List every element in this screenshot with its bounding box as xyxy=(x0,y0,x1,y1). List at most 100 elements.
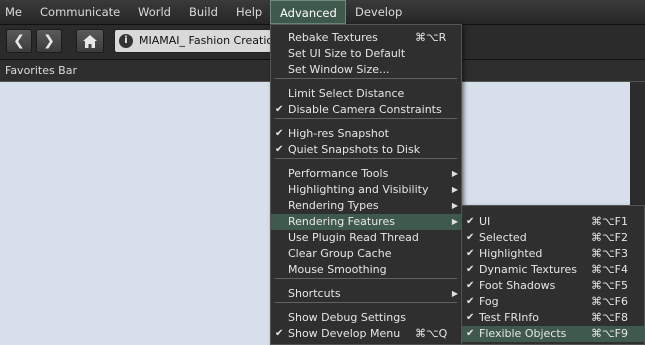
menu-separator xyxy=(275,118,457,119)
checkmark-icon: ✔ xyxy=(466,328,475,339)
menu-item-label: Fog xyxy=(479,295,499,308)
menu-item-shortcut: ⌘⌥F8 xyxy=(591,311,629,324)
menu-item-shortcut: ⌘⌥F5 xyxy=(591,279,629,292)
rendering-features-item-fog[interactable]: ✔ Fog ⌘⌥F6 xyxy=(462,294,644,310)
menu-item-label: Mouse Smoothing xyxy=(288,263,387,276)
menu-item-shortcut: ⌘⌥R xyxy=(415,31,447,44)
home-button[interactable] xyxy=(76,29,104,53)
submenu-arrow-icon: ▶ xyxy=(451,185,458,194)
advanced-menu-item-disable-camera-constraints[interactable]: ✔ Disable Camera Constraints xyxy=(271,102,461,118)
advanced-menu-item-rendering-features[interactable]: Rendering Features ▶ xyxy=(271,214,461,230)
forward-button[interactable]: ❯ xyxy=(36,29,62,53)
menu-separator xyxy=(275,158,457,159)
advanced-menu-item-set-ui-size-to-default[interactable]: Set UI Size to Default xyxy=(271,46,461,62)
menu-item-label: Clear Group Cache xyxy=(288,247,392,260)
menu-item-label: Performance Tools xyxy=(288,167,389,180)
menu-item-label: Limit Select Distance xyxy=(288,87,405,100)
advanced-menu-item-performance-tools[interactable]: Performance Tools ▶ xyxy=(271,166,461,182)
rendering-features-item-highlighted[interactable]: ✔ Highlighted ⌘⌥F3 xyxy=(462,246,644,262)
menu-item-label: Quiet Snapshots to Disk xyxy=(288,143,421,156)
favorites-bar-label: Favorites Bar xyxy=(5,64,77,77)
advanced-menu-item-mouse-smoothing[interactable]: Mouse Smoothing xyxy=(271,262,461,278)
menu-item-label: Test FRInfo xyxy=(479,311,539,324)
menu-item-label: Highlighted xyxy=(479,247,543,260)
arrow-left-icon: ❮ xyxy=(13,33,25,49)
checkmark-icon: ✔ xyxy=(466,296,475,307)
rendering-features-submenu: ✔ UI ⌘⌥F1 ✔ Selected ⌘⌥F2 ✔ Highlighted ⌘⌥F3 ✔ Dyn… xyxy=(461,205,645,345)
menu-item-label: Show Develop Menu xyxy=(288,327,401,340)
advanced-menu: Rebake Textures ⌘⌥R Set UI Size to Default… xyxy=(270,24,462,345)
menu-item-label: Flexible Objects xyxy=(479,327,567,340)
checkmark-icon: ✔ xyxy=(275,144,284,155)
menu-item-label: Disable Camera Constraints xyxy=(288,103,442,116)
menu-build[interactable]: Build xyxy=(189,0,218,24)
location-text: MIAMAI_ Fashion Creatio xyxy=(139,34,274,47)
advanced-menu-item-rendering-types[interactable]: Rendering Types ▶ xyxy=(271,198,461,214)
menu-item-shortcut: ⌘⌥F4 xyxy=(591,263,629,276)
back-button[interactable]: ❮ xyxy=(6,29,32,53)
menu-item-label: Rendering Types xyxy=(288,199,379,212)
rendering-features-item-test-frinfo[interactable]: ✔ Test FRInfo ⌘⌥F8 xyxy=(462,310,644,326)
menu-advanced[interactable]: Advanced xyxy=(270,0,346,24)
menu-item-label: Foot Shadows xyxy=(479,279,556,292)
menu-separator xyxy=(275,302,457,303)
menu-item-shortcut: ⌘⌥F9 xyxy=(591,327,629,340)
menu-communicate[interactable]: Communicate xyxy=(40,0,120,24)
rendering-features-item-selected[interactable]: ✔ Selected ⌘⌥F2 xyxy=(462,230,644,246)
menu-item-shortcut: ⌘⌥Q xyxy=(415,327,448,340)
submenu-arrow-icon: ▶ xyxy=(451,201,458,210)
submenu-arrow-icon: ▶ xyxy=(451,169,458,178)
submenu-arrow-icon: ▶ xyxy=(451,289,458,298)
menu-item-label: Set Window Size... xyxy=(288,63,390,76)
checkmark-icon: ✔ xyxy=(466,280,475,291)
menu-item-label: Rebake Textures xyxy=(288,31,378,44)
menu-help[interactable]: Help xyxy=(236,0,262,24)
menu-separator xyxy=(275,78,457,79)
checkmark-icon: ✔ xyxy=(466,264,475,275)
menu-item-shortcut: ⌘⌥F6 xyxy=(591,295,629,308)
menu-item-label: Shortcuts xyxy=(288,287,341,300)
advanced-menu-item-quiet-snapshots-to-disk[interactable]: ✔ Quiet Snapshots to Disk xyxy=(271,142,461,158)
checkmark-icon: ✔ xyxy=(466,312,475,323)
home-icon xyxy=(83,35,97,48)
rendering-features-item-ui[interactable]: ✔ UI ⌘⌥F1 xyxy=(462,214,644,230)
menu-item-label: Use Plugin Read Thread xyxy=(288,231,419,244)
checkmark-icon: ✔ xyxy=(466,248,475,259)
rendering-features-item-flexible-objects[interactable]: ✔ Flexible Objects ⌘⌥F9 xyxy=(462,326,644,342)
advanced-menu-item-limit-select-distance[interactable]: Limit Select Distance xyxy=(271,86,461,102)
rendering-features-item-foot-shadows[interactable]: ✔ Foot Shadows ⌘⌥F5 xyxy=(462,278,644,294)
menu-item-label: Set UI Size to Default xyxy=(288,47,406,60)
advanced-menu-item-high-res-snapshot[interactable]: ✔ High-res Snapshot xyxy=(271,126,461,142)
menu-item-label: Selected xyxy=(479,231,527,244)
advanced-menu-item-highlighting-and-visibility[interactable]: Highlighting and Visibility ▶ xyxy=(271,182,461,198)
checkmark-icon: ✔ xyxy=(466,216,475,227)
advanced-menu-item-rebake-textures[interactable]: Rebake Textures ⌘⌥R xyxy=(271,30,461,46)
menu-item-label: Highlighting and Visibility xyxy=(288,183,429,196)
advanced-menu-item-shortcuts[interactable]: Shortcuts ▶ xyxy=(271,286,461,302)
checkmark-icon: ✔ xyxy=(275,104,284,115)
checkmark-icon: ✔ xyxy=(275,328,284,339)
menu-separator xyxy=(275,278,457,279)
menu-me[interactable]: Me xyxy=(5,0,22,24)
advanced-menu-item-show-debug-settings[interactable]: Show Debug Settings xyxy=(271,310,461,326)
submenu-arrow-icon: ▶ xyxy=(451,217,458,226)
menu-item-label: Show Debug Settings xyxy=(288,311,406,324)
advanced-menu-item-clear-group-cache[interactable]: Clear Group Cache xyxy=(271,246,461,262)
advanced-menu-item-show-develop-menu[interactable]: ✔ Show Develop Menu ⌘⌥Q xyxy=(271,326,461,342)
menu-item-shortcut: ⌘⌥F3 xyxy=(591,247,629,260)
advanced-menu-item-use-plugin-read-thread[interactable]: Use Plugin Read Thread xyxy=(271,230,461,246)
menu-item-label: Dynamic Textures xyxy=(479,263,578,276)
menu-item-label: Rendering Features xyxy=(288,215,395,228)
checkmark-icon: ✔ xyxy=(275,128,284,139)
menu-world[interactable]: World xyxy=(138,0,171,24)
info-icon[interactable]: i xyxy=(119,34,133,48)
menu-item-shortcut: ⌘⌥F2 xyxy=(591,231,629,244)
rendering-features-item-dynamic-textures[interactable]: ✔ Dynamic Textures ⌘⌥F4 xyxy=(462,262,644,278)
arrow-right-icon: ❯ xyxy=(43,33,55,49)
advanced-menu-item-set-window-size[interactable]: Set Window Size... xyxy=(271,62,461,78)
checkmark-icon: ✔ xyxy=(466,232,475,243)
menu-item-label: High-res Snapshot xyxy=(288,127,389,140)
location-input[interactable]: i MIAMAI_ Fashion Creatio xyxy=(114,29,284,53)
menu-develop[interactable]: Develop xyxy=(355,0,402,24)
menu-bar: Me Communicate World Build Help Advanced… xyxy=(0,0,645,25)
